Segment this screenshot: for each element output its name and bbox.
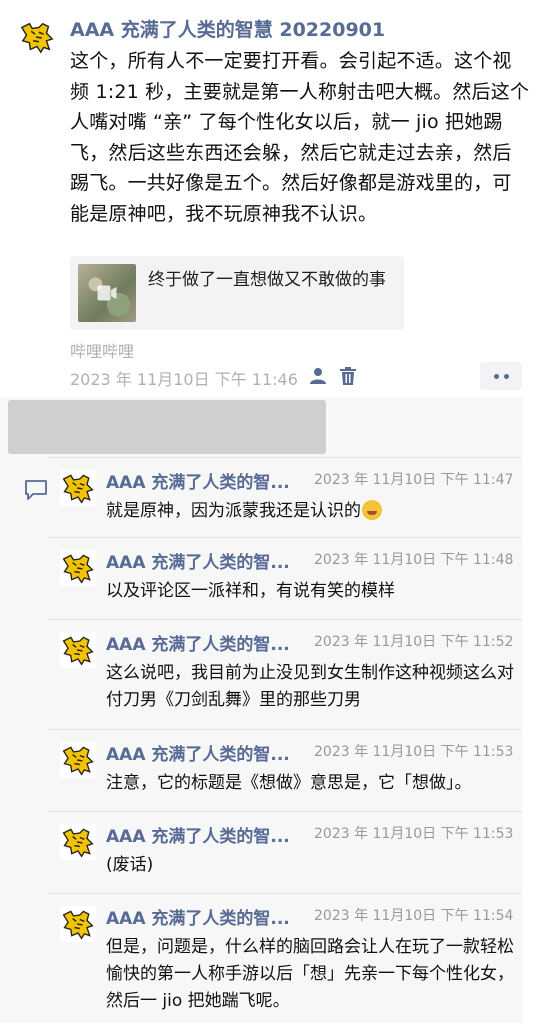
comment-area: AAA 充满了人类的智... 2023 年 11月10日 下午 11:47 就是… [0, 397, 522, 1023]
post-author[interactable]: AAA 充满了人类的智慧 20220901 [70, 15, 385, 42]
commenter-avatar[interactable] [60, 742, 96, 778]
more-icon [503, 373, 509, 379]
comment-time: 2023 年 11月10日 下午 11:53 [314, 826, 514, 842]
comment-time: 2023 年 11月10日 下午 11:47 [314, 472, 514, 488]
comment-item[interactable]: AAA 充满了人类的智... 2023 年 11月10日 下午 11:53 (废… [48, 811, 522, 894]
tiger-avatar-icon [62, 828, 94, 858]
comment-item[interactable]: AAA 充满了人类的智... 2023 年 11月10日 下午 11:47 就是… [48, 457, 522, 528]
comment-icon [25, 480, 47, 500]
comment-time: 2023 年 11月10日 下午 11:52 [314, 634, 514, 650]
commenter-avatar[interactable] [60, 550, 96, 586]
comment-text: 就是原神，因为派蒙我还是认识的 [106, 498, 516, 525]
comment-item[interactable]: AAA 充满了人类的智... 2023 年 11月10日 下午 11:48 以及… [48, 537, 522, 620]
video-play-icon [97, 285, 117, 301]
tiger-avatar-icon [20, 22, 54, 54]
laughing-emoji-icon [362, 500, 382, 520]
comment-time: 2023 年 11月10日 下午 11:48 [314, 552, 514, 568]
comment-item[interactable]: AAA 充满了人类的智... 2023 年 11月10日 下午 11:52 这么… [48, 619, 522, 730]
tiger-avatar-icon [62, 636, 94, 666]
commenter-avatar[interactable] [60, 632, 96, 668]
comment-text-content: 就是原神，因为派蒙我还是认识的 [106, 501, 361, 521]
commenter-name[interactable]: AAA 充满了人类的智... [106, 548, 290, 573]
tiger-avatar-icon [62, 474, 94, 504]
post-avatar[interactable] [18, 18, 56, 56]
link-title: 终于做了一直想做又不敢做的事 [148, 270, 386, 290]
tiger-avatar-icon [62, 554, 94, 584]
trash-icon[interactable] [338, 366, 358, 386]
post-source[interactable]: 哔哩哔哩 [70, 338, 134, 362]
comment-item[interactable]: AAA 充满了人类的智... 2023 年 11月10日 下午 11:53 注意… [48, 729, 522, 812]
video-link-card[interactable]: 终于做了一直想做又不敢做的事 [70, 256, 404, 330]
redacted-block [8, 400, 326, 454]
commenter-name[interactable]: AAA 充满了人类的智... [106, 630, 290, 655]
commenter-name[interactable]: AAA 充满了人类的智... [106, 468, 290, 493]
video-thumbnail [78, 264, 136, 322]
post-text: 这个，所有人不一定要打开看。会引起不适。这个视频 1:21 秒，主要就是第一人称… [70, 50, 530, 225]
commenter-name[interactable]: AAA 充满了人类的智... [106, 904, 290, 929]
tiger-avatar-icon [62, 746, 94, 776]
comment-time: 2023 年 11月10日 下午 11:54 [314, 908, 514, 924]
comment-time: 2023 年 11月10日 下午 11:53 [314, 744, 514, 760]
commenter-avatar[interactable] [60, 824, 96, 860]
more-icon [493, 373, 499, 379]
comment-text: 这么说吧，我目前为止没见到女生制作这种视频这么对付刀男《刀剑乱舞》里的那些刀男 [106, 663, 514, 710]
comment-text: 以及评论区一派祥和，有说有笑的模样 [106, 581, 395, 601]
more-button[interactable] [480, 362, 522, 390]
commenter-avatar[interactable] [60, 906, 96, 942]
comment-item[interactable]: AAA 充满了人类的智... 2023 年 11月10日 下午 11:54 但是… [48, 893, 522, 1024]
tiger-avatar-icon [62, 910, 94, 940]
commenter-name[interactable]: AAA 充满了人类的智... [106, 822, 290, 847]
comment-text: 但是，问题是，什么样的脑回路会让人在玩了一款轻松愉快的第一人称手游以后「想」先亲… [106, 937, 514, 1011]
comment-text: (废话) [106, 855, 154, 875]
friend-icon[interactable] [308, 366, 328, 386]
commenter-name[interactable]: AAA 充满了人类的智... [106, 740, 290, 765]
commenter-avatar[interactable] [60, 470, 96, 506]
post-time: 2023 年 11月10日 下午 11:46 [70, 370, 298, 389]
comment-text: 注意，它的标题是《想做》意思是，它「想做」。 [106, 773, 472, 793]
